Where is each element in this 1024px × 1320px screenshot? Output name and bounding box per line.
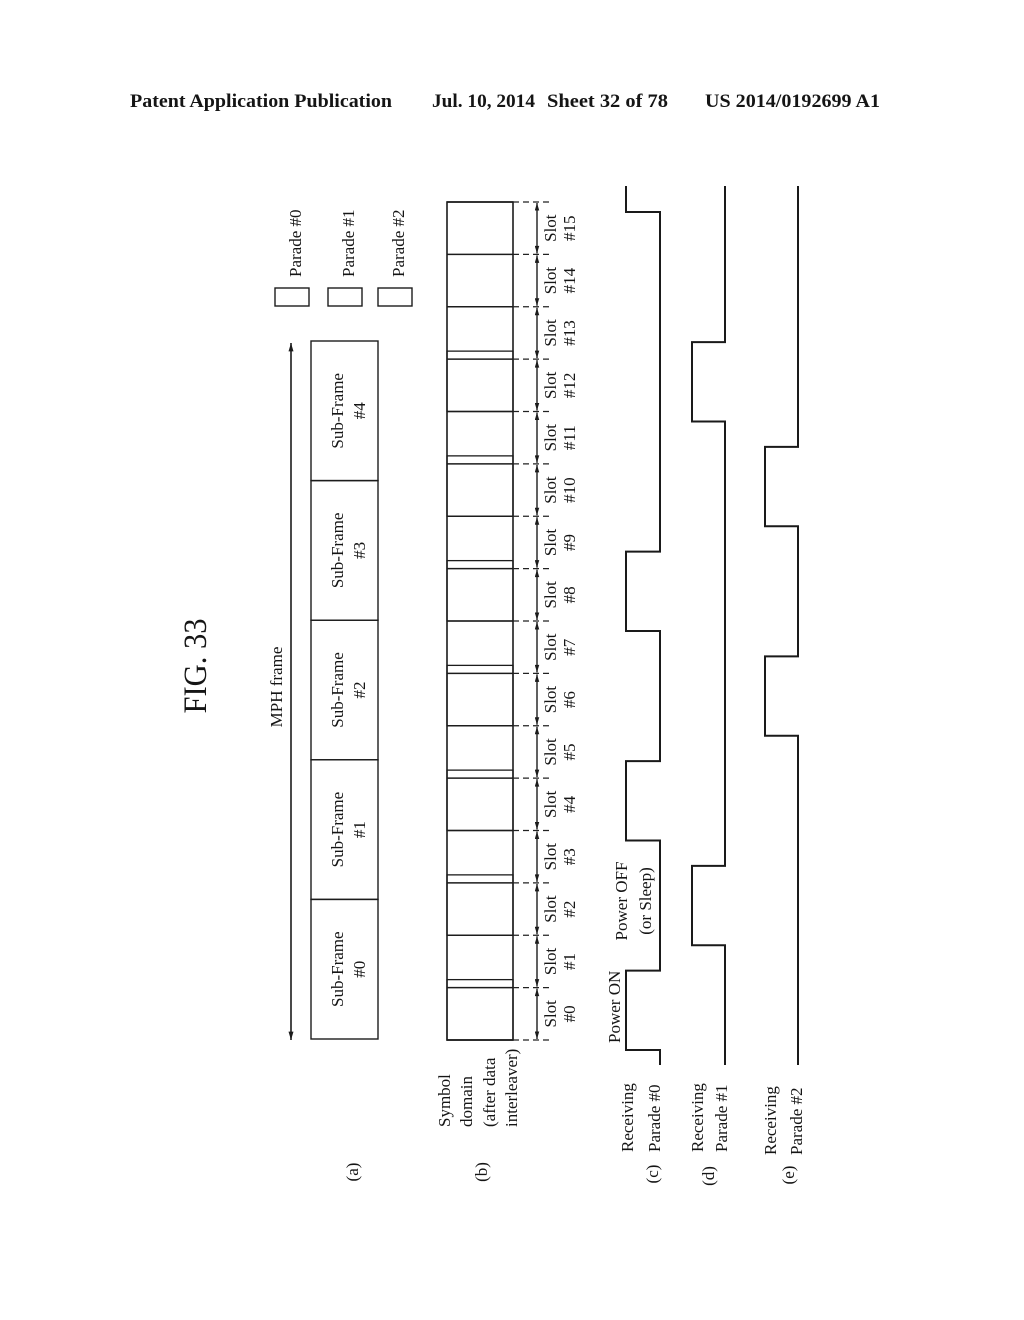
sheet-number: Sheet 32 of 78 bbox=[547, 91, 668, 112]
slot-label: Slot bbox=[541, 738, 560, 766]
legend-item-parade-2: Parade #2 bbox=[377, 209, 413, 307]
slot-label: Slot bbox=[541, 371, 560, 399]
panel-c-receiving-parade-0: Power ON Power OFF (or Sleep) (c) Receiv… bbox=[605, 186, 664, 1183]
sub-frame: Sub-Frame #0 bbox=[310, 898, 379, 1040]
legend-label: Parade #1 bbox=[339, 209, 358, 277]
power-waveform-parade-2 bbox=[764, 186, 799, 1065]
legend-item-parade-0: Parade #0 bbox=[274, 209, 310, 307]
panel-e-label-line: Receiving bbox=[761, 1086, 780, 1155]
page-header: Patent Application Publication Jul. 10, … bbox=[130, 91, 880, 112]
power-waveform-parade-1 bbox=[691, 186, 726, 1065]
legend-swatch-parade-1 bbox=[327, 287, 363, 307]
sub-frame-label: Sub-Frame bbox=[328, 373, 347, 449]
sub-frame-number: #4 bbox=[350, 402, 369, 420]
slot-label: Slot bbox=[541, 476, 560, 504]
panel-a-mph-frame: MPH frame Sub-Frame #0Sub-Frame #1Sub-Fram… bbox=[267, 340, 379, 1182]
slot-number: #7 bbox=[560, 638, 579, 656]
figure-title: FIG. 33 bbox=[178, 619, 214, 714]
sub-frame-number: #0 bbox=[350, 961, 369, 978]
power-on-label: Power ON bbox=[605, 971, 624, 1043]
panel-b-label-line: interleaver) bbox=[502, 1049, 521, 1127]
slot-number: #15 bbox=[560, 215, 579, 241]
sub-frame: Sub-Frame #2 bbox=[310, 619, 379, 761]
power-off-sleep-label: (or Sleep) bbox=[636, 867, 655, 935]
slot-number: #13 bbox=[560, 320, 579, 346]
slot-label: Slot bbox=[541, 633, 560, 661]
panel-c-label-line: Parade #0 bbox=[645, 1084, 664, 1152]
slot-label: Slot bbox=[541, 319, 560, 347]
panel-e-receiving-parade-2: (e) Receiving Parade #2 bbox=[761, 186, 806, 1184]
panel-b-symbol-domain: Slot #0Slot #1Slot #2Slot #3Slot #4Slot #5Slot… bbox=[435, 201, 579, 1182]
slot-number: #8 bbox=[560, 586, 579, 603]
legend-swatch-parade-0 bbox=[274, 287, 310, 307]
slot-label: Slot bbox=[541, 686, 560, 714]
sub-frame-label: Sub-Frame bbox=[328, 513, 347, 589]
panel-tag-e: (e) bbox=[779, 1166, 798, 1185]
slot-label: Slot bbox=[541, 947, 560, 975]
panel-b-label-line: domain bbox=[457, 1076, 476, 1127]
slot-number: #0 bbox=[560, 1005, 579, 1022]
legend-item-parade-1: Parade #1 bbox=[327, 209, 363, 307]
patent-sheet: Patent Application Publication Jul. 10, … bbox=[130, 91, 880, 1186]
legend-label: Parade #2 bbox=[389, 209, 408, 277]
sub-frame-number: #2 bbox=[350, 682, 369, 699]
power-off-label: Power OFF bbox=[612, 862, 631, 941]
slot-label: Slot bbox=[541, 424, 560, 452]
slot-number: #10 bbox=[560, 477, 579, 503]
slot-number: #14 bbox=[560, 267, 579, 293]
legend-swatch-parade-2 bbox=[377, 287, 413, 307]
mph-frame-label: MPH frame bbox=[267, 647, 286, 728]
sub-frame-label: Sub-Frame bbox=[328, 652, 347, 728]
slot-label: Slot bbox=[541, 1000, 560, 1028]
slot-number: #3 bbox=[560, 848, 579, 865]
panel-b-label-line: (after data bbox=[480, 1057, 499, 1127]
slot-label: Slot bbox=[541, 843, 560, 871]
panel-tag-c: (c) bbox=[643, 1165, 662, 1184]
sub-frame-label: Sub-Frame bbox=[328, 792, 347, 868]
publication-type: Patent Application Publication bbox=[130, 91, 392, 112]
legend: Parade #0 Parade #1 Parade #2 bbox=[274, 209, 413, 307]
slot-number: #9 bbox=[560, 534, 579, 551]
slot-label: Slot bbox=[541, 895, 560, 923]
slot-number: #11 bbox=[560, 425, 579, 450]
slot-number: #5 bbox=[560, 743, 579, 760]
panel-c-label-line: Receiving bbox=[618, 1083, 637, 1152]
slot-number: #12 bbox=[560, 373, 579, 399]
panel-tag-d: (d) bbox=[699, 1166, 718, 1186]
slot-label: Slot bbox=[541, 581, 560, 609]
publication-date: Jul. 10, 2014 bbox=[432, 91, 535, 112]
sub-frame: Sub-Frame #1 bbox=[310, 759, 379, 901]
sub-frame-label: Sub-Frame bbox=[328, 931, 347, 1007]
sub-frame-row: Sub-Frame #0Sub-Frame #1Sub-Frame #2Sub-Fra… bbox=[310, 340, 379, 1040]
slot-number: #4 bbox=[560, 795, 579, 813]
slot-number: #6 bbox=[560, 691, 579, 708]
sub-frame-number: #1 bbox=[350, 821, 369, 838]
slot-label: Slot bbox=[541, 214, 560, 242]
legend-label: Parade #0 bbox=[286, 209, 305, 277]
patent-number: US 2014/0192699 A1 bbox=[705, 91, 880, 112]
panel-tag-b: (b) bbox=[472, 1162, 491, 1182]
panel-d-label-line: Parade #1 bbox=[712, 1084, 731, 1152]
sub-frame-number: #3 bbox=[350, 542, 369, 559]
panel-b-label-line: Symbol bbox=[435, 1074, 454, 1127]
slot-number: #2 bbox=[560, 901, 579, 918]
panel-d-label-line: Receiving bbox=[688, 1083, 707, 1152]
slot-label: Slot bbox=[541, 267, 560, 295]
slot-label: Slot bbox=[541, 790, 560, 818]
panel-e-label-line: Parade #2 bbox=[787, 1087, 806, 1155]
sub-frame: Sub-Frame #3 bbox=[310, 479, 379, 621]
sub-frame: Sub-Frame #4 bbox=[310, 340, 379, 482]
slot-label: Slot bbox=[541, 528, 560, 556]
panel-tag-a: (a) bbox=[343, 1163, 362, 1182]
slot-number: #1 bbox=[560, 953, 579, 970]
panel-d-receiving-parade-1: (d) Receiving Parade #1 bbox=[688, 186, 731, 1186]
